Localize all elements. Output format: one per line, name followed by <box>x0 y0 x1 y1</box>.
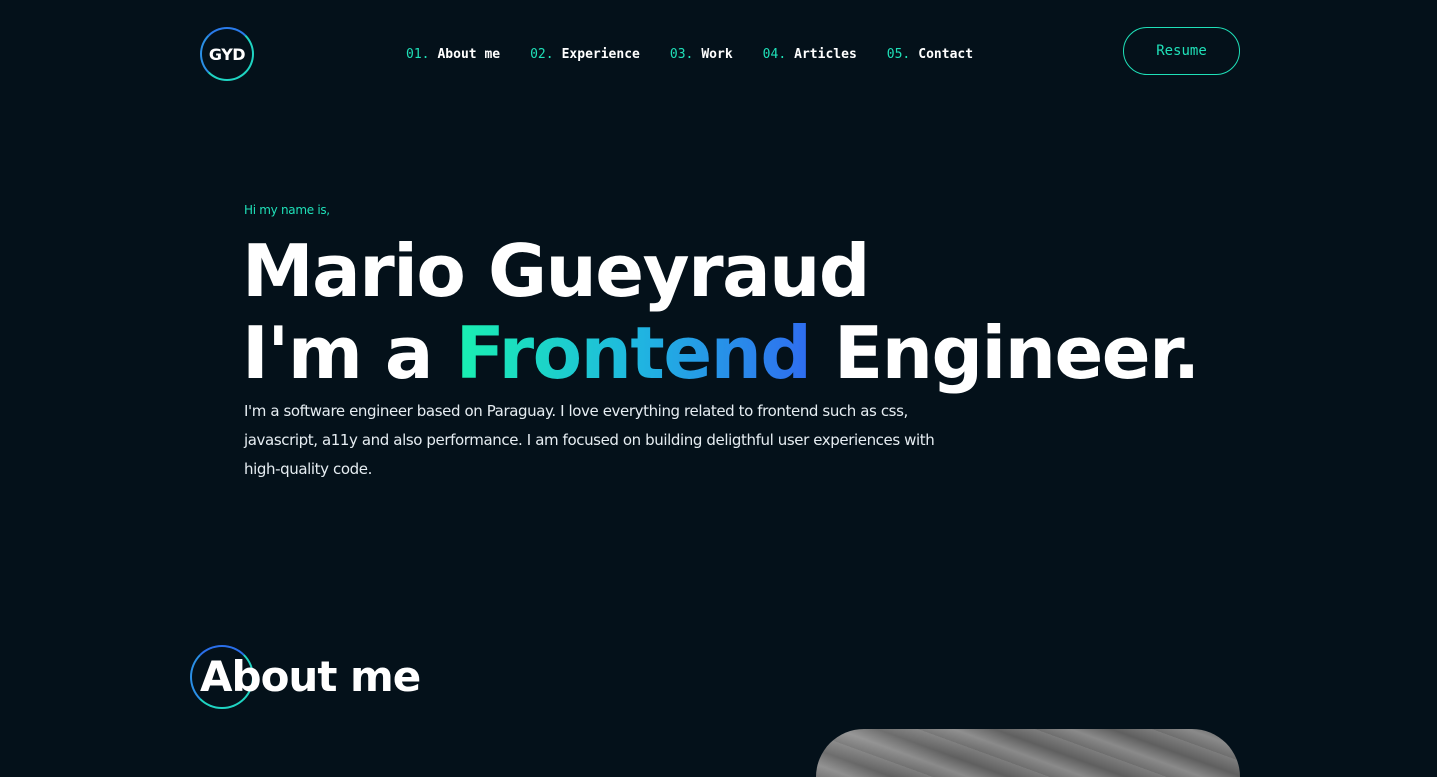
nav-label: Experience <box>561 46 640 62</box>
site-header: GYD 01. About me 02. Experience 03. Work… <box>0 0 1437 110</box>
logo[interactable]: GYD <box>200 27 254 81</box>
nav-label: About me <box>437 46 501 62</box>
nav-item-work[interactable]: 03. Work <box>670 47 733 62</box>
nav-number: 03. <box>669 46 694 62</box>
hero-role-highlight: Frontend <box>455 311 812 395</box>
nav-label: Work <box>701 46 733 62</box>
profile-photo <box>816 729 1240 777</box>
hero-greeting: Hi my name is, <box>244 203 330 217</box>
hero-role-prefix: I'm a <box>242 311 434 395</box>
nav-number: 02. <box>530 46 554 62</box>
main-nav: 01. About me 02. Experience 03. Work 04.… <box>406 44 973 64</box>
nav-item-experience[interactable]: 02. Experience <box>530 47 640 62</box>
hero-role: I'm a Frontend Engineer. <box>242 311 1200 395</box>
nav-number: 05. <box>886 46 911 62</box>
nav-number: 04. <box>762 46 787 62</box>
hero-description: I'm a software engineer based on Paragua… <box>244 402 935 478</box>
nav-label: Articles <box>794 46 857 62</box>
hero-name: Mario Gueyraud <box>242 229 870 313</box>
hero-role-suffix: Engineer. <box>834 311 1200 395</box>
nav-item-articles[interactable]: 04. Articles <box>763 47 857 62</box>
hero-title: Mario Gueyraud I'm a Frontend Engineer. <box>242 229 1200 395</box>
logo-text: GYD <box>208 44 246 64</box>
nav-label: Contact <box>918 46 974 62</box>
nav-item-about[interactable]: 01. About me <box>406 47 500 62</box>
resume-button[interactable]: Resume <box>1123 27 1240 75</box>
about-heading: About me <box>200 652 421 701</box>
nav-item-contact[interactable]: 05. Contact <box>887 47 973 62</box>
nav-number: 01. <box>406 46 430 62</box>
